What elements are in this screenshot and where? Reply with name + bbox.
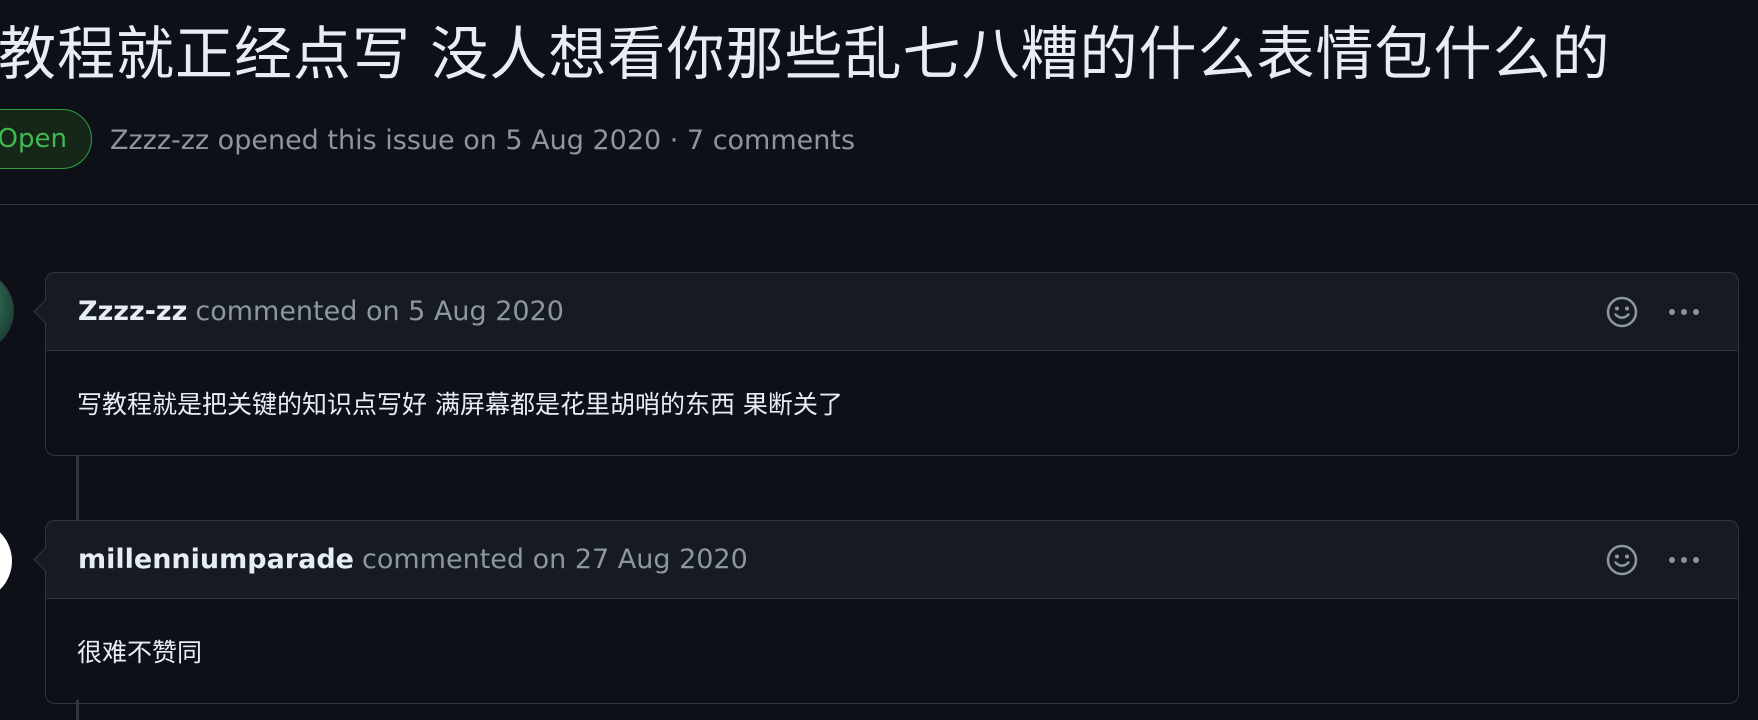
kebab-horizontal-icon[interactable] — [1664, 540, 1704, 580]
issue-title: 教程就正经点写 没人想看你那些乱七八糟的什么表情包什么的 — [0, 20, 1611, 88]
comment-header: Zzzz-zz commented on 5 Aug 2020 — [46, 273, 1738, 351]
comment-body: 很难不赞同 — [77, 638, 203, 667]
comment-timestamp[interactable]: commented on 5 Aug 2020 — [195, 296, 564, 327]
kebab-horizontal-icon[interactable] — [1664, 292, 1704, 332]
issue-state-badge: Open — [0, 109, 92, 169]
avatar[interactable] — [0, 521, 12, 601]
comment-author[interactable]: millenniumparade — [78, 544, 354, 575]
smiley-icon[interactable] — [1602, 540, 1642, 580]
comment-timestamp[interactable]: commented on 27 Aug 2020 — [362, 544, 748, 575]
comment-author[interactable]: Zzzz-zz — [78, 296, 187, 327]
issue-meta-text: Zzzz-zz opened this issue on 5 Aug 2020 … — [110, 124, 856, 156]
comment-body: 写教程就是把关键的知识点写好 满屏幕都是花里胡哨的东西 果断关了 — [77, 390, 843, 419]
comment-actions — [1602, 273, 1704, 351]
comment-card: Zzzz-zz commented on 5 Aug 2020 写教程就是把关键 — [45, 272, 1739, 456]
comment-card: millenniumparade commented on 27 Aug 202… — [45, 520, 1739, 704]
avatar[interactable] — [0, 270, 14, 352]
timeline-connector — [76, 700, 79, 720]
comment-header: millenniumparade commented on 27 Aug 202… — [46, 521, 1738, 599]
comment-actions — [1602, 521, 1704, 599]
smiley-icon[interactable] — [1602, 292, 1642, 332]
header-divider — [0, 204, 1758, 205]
